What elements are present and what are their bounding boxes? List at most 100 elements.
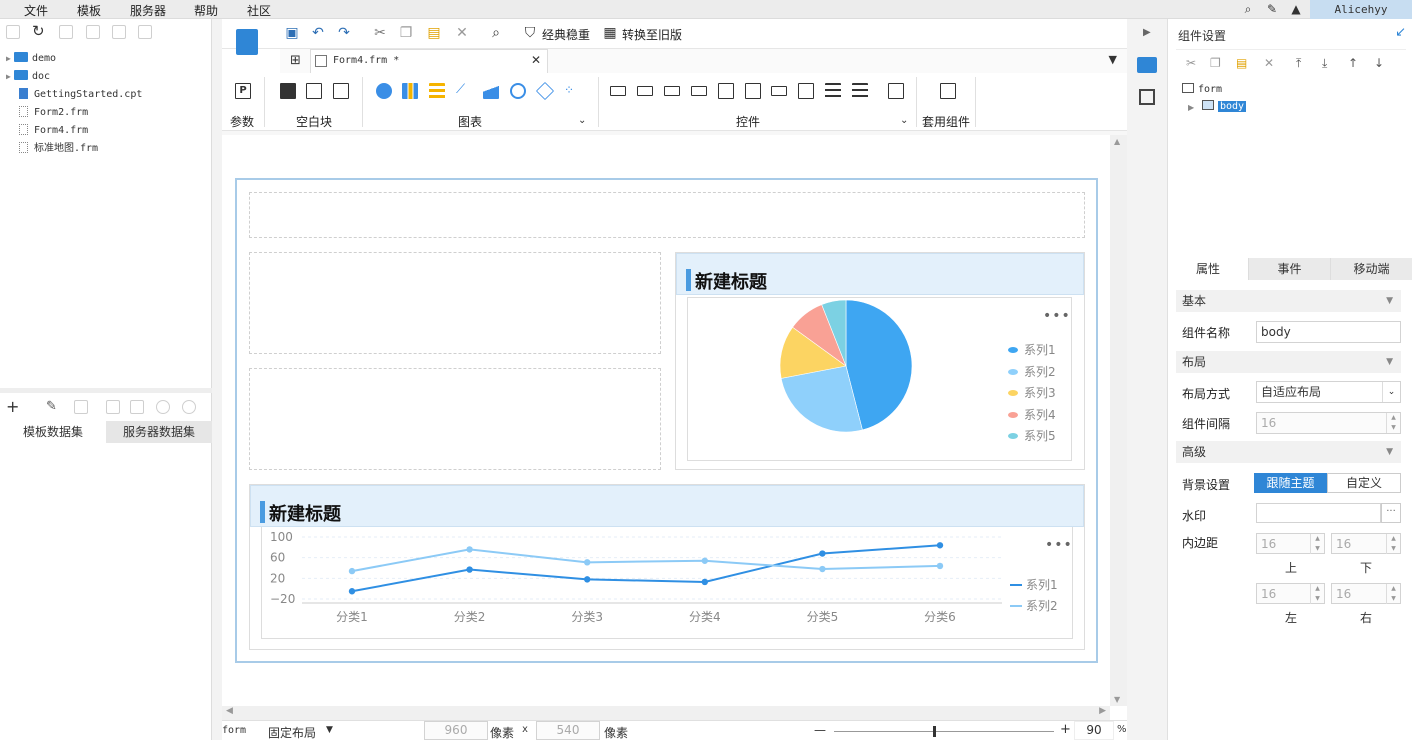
db-settings-icon[interactable]: [182, 400, 196, 414]
template-icon[interactable]: [236, 29, 258, 55]
tree-item-form4[interactable]: Form4.frm: [6, 123, 88, 139]
line-chart-widget[interactable]: 新建标题 ••• 100 60 20 −20 分类1 分类2 分类3 分类4 分类5 分类6 系列…: [249, 484, 1085, 650]
chevron-down-icon[interactable]: ⌄: [578, 115, 586, 126]
textbox-widget-icon[interactable]: [610, 86, 626, 96]
zoom-in-button[interactable]: +: [1060, 722, 1071, 737]
save-icon[interactable]: ▣: [284, 25, 300, 41]
layout-chevron-icon[interactable]: ▼: [326, 725, 333, 735]
area-chart-icon[interactable]: [483, 83, 499, 99]
search-icon[interactable]: ⌕: [1241, 2, 1255, 16]
padding-top-input[interactable]: 16 ▲ ▼: [1256, 533, 1325, 554]
gauge-chart-icon[interactable]: [510, 83, 526, 99]
bg-custom-button[interactable]: 自定义: [1327, 473, 1401, 493]
data-point[interactable]: [936, 562, 944, 570]
zoom-slider-handle[interactable]: [933, 726, 936, 737]
data-point[interactable]: [466, 566, 473, 573]
expand-icon[interactable]: ▶: [6, 69, 14, 85]
empty-block-left-2[interactable]: [249, 368, 661, 470]
tool-icon-4[interactable]: [86, 25, 100, 39]
section-layout[interactable]: 布局 ▼: [1176, 351, 1401, 373]
convert-button[interactable]: 转换至旧版: [622, 26, 682, 43]
block-icon-3[interactable]: [333, 83, 349, 99]
empty-block-left-1[interactable]: [249, 252, 661, 354]
delete-icon[interactable]: ✕: [454, 25, 470, 41]
line-legend-item[interactable]: 系列2: [1010, 597, 1058, 614]
spacing-input[interactable]: 16 ▲ ▼: [1256, 412, 1401, 434]
zoom-input[interactable]: 90: [1074, 721, 1114, 740]
data-point[interactable]: [936, 542, 944, 549]
number-widget-icon[interactable]: [771, 86, 787, 96]
expand-icon[interactable]: ▶: [6, 51, 14, 67]
grid-icon[interactable]: ⊞: [290, 53, 301, 68]
checkbox-group-icon[interactable]: [852, 83, 868, 99]
tool-icon-3[interactable]: [59, 25, 73, 39]
refresh-icon[interactable]: ↻: [32, 22, 45, 40]
watermark-input[interactable]: [1256, 503, 1381, 523]
pie-chart-icon[interactable]: [376, 83, 392, 99]
cut-icon[interactable]: ✂: [1186, 56, 1196, 70]
dropdown-widget-icon[interactable]: [691, 86, 707, 96]
new-folder-icon[interactable]: [6, 25, 20, 39]
padding-right-input[interactable]: 16 ▲ ▼: [1331, 583, 1401, 604]
layout-mode-select[interactable]: 自适应布局 ⌄: [1256, 381, 1401, 403]
pie-legend-item[interactable]: 系列2: [1008, 363, 1056, 380]
component-settings-icon[interactable]: [1137, 57, 1157, 73]
data-point[interactable]: [584, 576, 591, 583]
move-down-icon[interactable]: ↓: [1374, 56, 1384, 70]
component-name-input[interactable]: body: [1256, 321, 1401, 343]
calendar-widget-icon[interactable]: [745, 83, 761, 99]
section-basic[interactable]: 基本 ▼: [1176, 290, 1401, 312]
line-legend-item[interactable]: 系列1: [1010, 576, 1058, 593]
tab-properties[interactable]: 属性: [1168, 258, 1249, 280]
tab-form4[interactable]: Form4.frm * ✕: [310, 49, 548, 73]
edit-icon[interactable]: ✎: [46, 399, 57, 414]
body-container[interactable]: 新建标题 ••• 系列1 系列2 系列3 系列4 系列5 新建标题 ••• 100 60 2…: [235, 178, 1098, 663]
zoom-out-button[interactable]: —: [814, 723, 826, 737]
button-widget-icon[interactable]: [664, 86, 680, 96]
radio-group-icon[interactable]: [825, 83, 841, 99]
component-icon[interactable]: [940, 83, 956, 99]
zoom-slider-track[interactable]: [834, 731, 1054, 732]
move-top-icon[interactable]: ⤒: [1296, 56, 1301, 71]
pin-icon[interactable]: ↙: [1395, 25, 1406, 40]
collapse-icon[interactable]: ▶: [1143, 27, 1151, 38]
tree-item-form2[interactable]: Form2.frm: [6, 105, 88, 121]
stepper-icon[interactable]: ▲ ▼: [1386, 534, 1400, 554]
user-name[interactable]: Alicehyy: [1310, 0, 1412, 19]
menu-template[interactable]: 模板: [77, 2, 101, 19]
tree-item-map[interactable]: 标准地图.frm: [6, 141, 98, 157]
tab-template-dataset[interactable]: 模板数据集: [0, 421, 106, 443]
menu-help[interactable]: 帮助: [194, 2, 218, 19]
data-point[interactable]: [701, 578, 708, 586]
data-point[interactable]: [584, 559, 591, 566]
db-icon[interactable]: [156, 400, 170, 414]
close-icon[interactable]: ✕: [531, 53, 541, 67]
pie-chart-widget[interactable]: 新建标题 ••• 系列1 系列2 系列3 系列4 系列5: [675, 252, 1085, 470]
pie-legend-item[interactable]: 系列3: [1008, 384, 1056, 401]
theme-button[interactable]: 经典稳重: [542, 26, 590, 43]
pie-legend-item[interactable]: 系列1: [1008, 341, 1056, 358]
tree-body[interactable]: body: [1202, 100, 1247, 112]
layout-settings-icon[interactable]: [1139, 89, 1155, 105]
notes-icon[interactable]: ✎: [1265, 2, 1279, 16]
date-widget-icon[interactable]: [718, 83, 734, 99]
copy-icon[interactable]: [138, 25, 152, 39]
label-widget-icon[interactable]: [637, 86, 653, 96]
data-point[interactable]: [466, 546, 473, 553]
preview-search-icon[interactable]: ⌕: [488, 25, 504, 41]
menu-file[interactable]: 文件: [24, 2, 48, 19]
stepper-icon[interactable]: ▲ ▼: [1386, 413, 1400, 433]
expand-icon[interactable]: ▶: [1188, 103, 1194, 112]
tab-mobile[interactable]: 移动端: [1331, 258, 1412, 280]
scatter-chart-icon[interactable]: ⁘: [564, 83, 580, 99]
section-advanced[interactable]: 高级 ▼: [1176, 441, 1401, 463]
delete-dataset-icon[interactable]: [74, 400, 88, 414]
cut-icon[interactable]: ✂: [372, 25, 388, 41]
tree-item-gettingstarted[interactable]: GettingStarted.cpt: [6, 87, 142, 103]
tab-list-icon[interactable]: ▼: [1109, 53, 1117, 66]
delete-icon[interactable]: ✕: [1264, 56, 1274, 70]
data-point[interactable]: [819, 550, 826, 557]
stepper-icon[interactable]: ▲ ▼: [1310, 534, 1324, 554]
tree-item-demo[interactable]: ▶ demo: [6, 51, 56, 67]
move-bottom-icon[interactable]: ⤓: [1322, 56, 1327, 71]
